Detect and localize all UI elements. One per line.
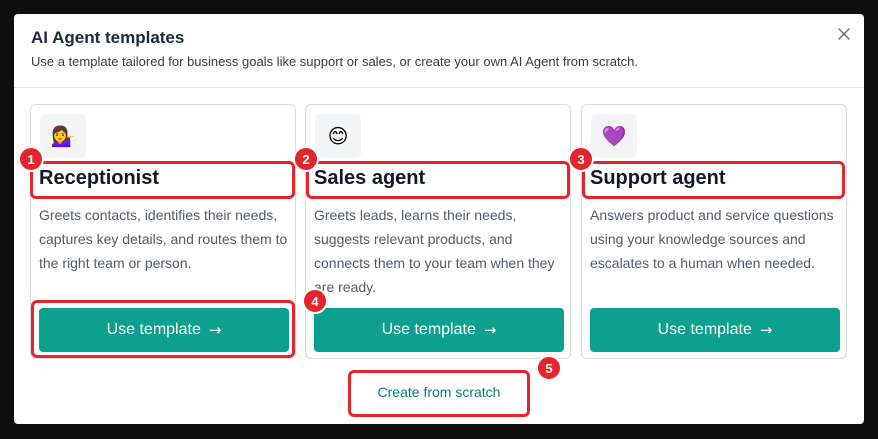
use-template-button[interactable]: Use template → — [590, 308, 840, 352]
card-description: Greets contacts, identifies their needs,… — [39, 207, 288, 271]
button-label: Use template — [381, 321, 476, 338]
button-label: Use template — [657, 321, 752, 338]
arrow-right-icon: → — [759, 321, 773, 339]
card-title: Support agent — [590, 167, 726, 189]
purple-heart-icon: 💜 — [591, 114, 637, 158]
button-label: Use template — [106, 321, 201, 338]
create-from-scratch-link[interactable]: Create from scratch — [348, 370, 530, 414]
arrow-right-icon: → — [208, 321, 222, 339]
template-card-receptionist: 💁‍♀️ Receptionist Greets contacts, ident… — [30, 104, 296, 359]
card-title: Receptionist — [39, 167, 160, 189]
receptionist-icon: 💁‍♀️ — [40, 114, 86, 158]
card-title: Sales agent — [314, 167, 426, 189]
ai-agent-templates-dialog: AI Agent templates Use a template tailor… — [14, 14, 864, 424]
card-description: Answers product and service questions us… — [590, 207, 834, 271]
card-description: Greets leads, learns their needs, sugges… — [314, 207, 555, 295]
use-template-button[interactable]: Use template → — [314, 308, 564, 352]
smiling-face-icon: 😊 — [315, 114, 361, 158]
dialog-header: AI Agent templates Use a template tailor… — [14, 14, 864, 88]
template-card-support-agent: 💜 Support agent Answers product and serv… — [581, 104, 847, 359]
arrow-right-icon: → — [483, 321, 497, 339]
template-card-sales-agent: 😊 Sales agent Greets leads, learns their… — [305, 104, 571, 359]
use-template-button[interactable]: Use template → — [39, 308, 289, 352]
dialog-subtitle: Use a template tailored for business goa… — [31, 54, 638, 69]
dialog-title: AI Agent templates — [31, 28, 185, 47]
close-icon[interactable] — [836, 26, 852, 42]
